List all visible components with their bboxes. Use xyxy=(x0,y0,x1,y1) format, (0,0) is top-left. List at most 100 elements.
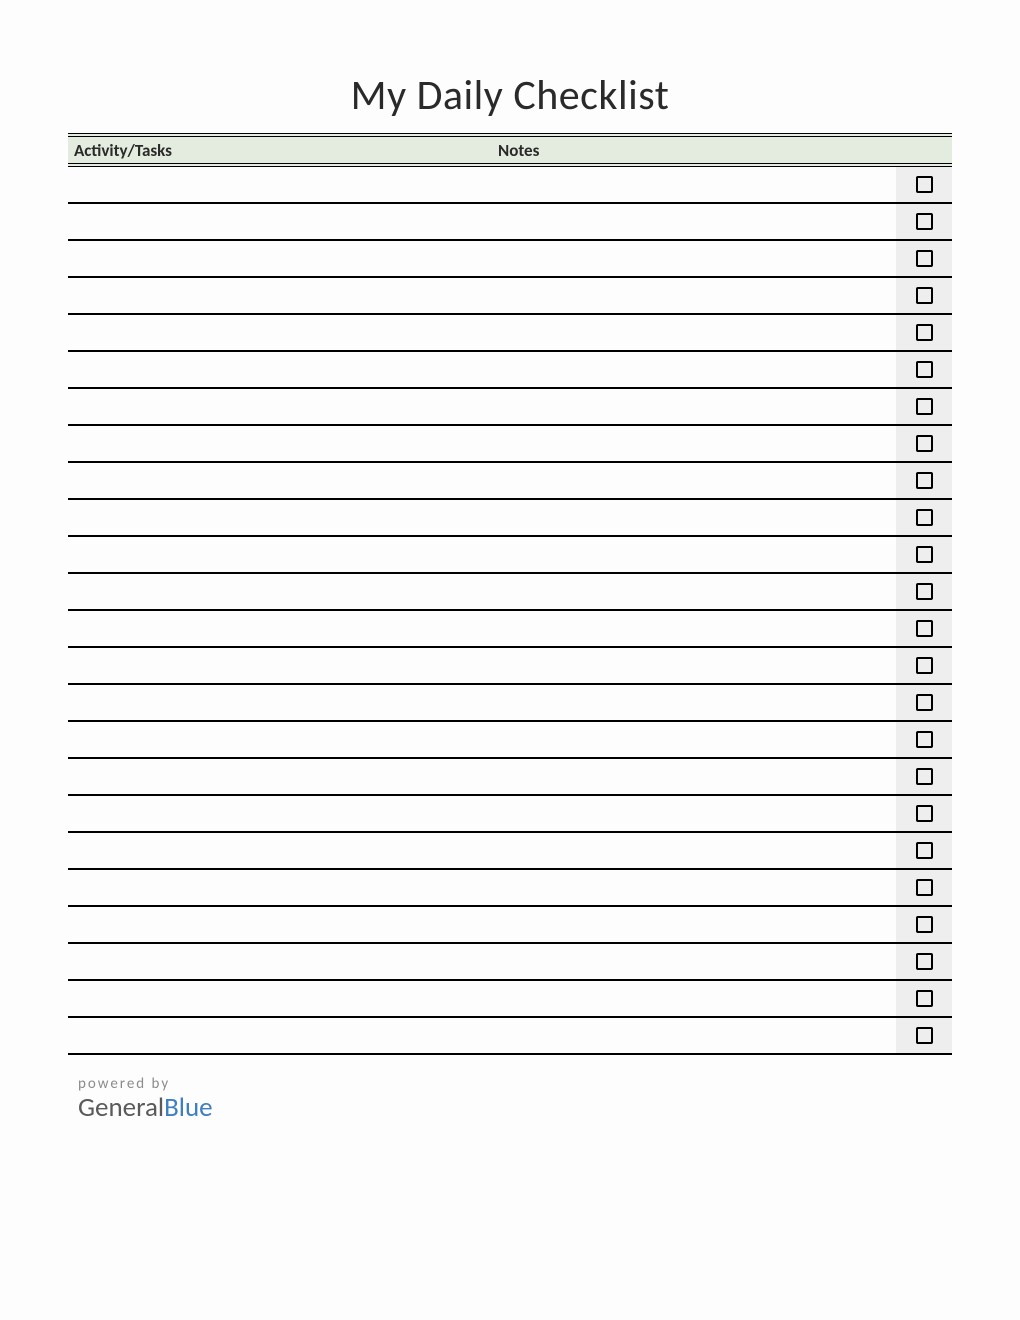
notes-cell[interactable] xyxy=(358,722,896,759)
activity-cell[interactable] xyxy=(68,685,358,722)
table-row xyxy=(68,648,952,685)
activity-cell[interactable] xyxy=(68,870,358,907)
activity-cell[interactable] xyxy=(68,648,358,685)
table-row xyxy=(68,463,952,500)
notes-cell[interactable] xyxy=(358,463,896,500)
notes-cell[interactable] xyxy=(358,315,896,352)
checkbox-icon[interactable] xyxy=(916,768,933,785)
table-row xyxy=(68,611,952,648)
activity-cell[interactable] xyxy=(68,426,358,463)
activity-cell[interactable] xyxy=(68,574,358,611)
notes-cell[interactable] xyxy=(358,352,896,389)
table-row xyxy=(68,685,952,722)
checkbox-icon[interactable] xyxy=(916,879,933,896)
checkbox-icon[interactable] xyxy=(916,990,933,1007)
table-row xyxy=(68,1018,952,1055)
checkbox-icon[interactable] xyxy=(916,731,933,748)
notes-cell[interactable] xyxy=(358,241,896,278)
notes-cell[interactable] xyxy=(358,981,896,1018)
notes-cell[interactable] xyxy=(358,1018,896,1055)
checkbox-icon[interactable] xyxy=(916,472,933,489)
checkbox-icon[interactable] xyxy=(916,287,933,304)
activity-cell[interactable] xyxy=(68,204,358,241)
notes-cell[interactable] xyxy=(358,167,896,204)
activity-cell[interactable] xyxy=(68,1018,358,1055)
table-row xyxy=(68,278,952,315)
checkbox-icon[interactable] xyxy=(916,953,933,970)
activity-cell[interactable] xyxy=(68,833,358,870)
activity-cell[interactable] xyxy=(68,611,358,648)
activity-cell[interactable] xyxy=(68,352,358,389)
notes-cell[interactable] xyxy=(358,907,896,944)
notes-cell[interactable] xyxy=(358,685,896,722)
checkbox-icon[interactable] xyxy=(916,361,933,378)
brand-logo: GeneralBlue xyxy=(78,1091,952,1124)
notes-cell[interactable] xyxy=(358,537,896,574)
notes-cell[interactable] xyxy=(358,796,896,833)
checkbox-icon[interactable] xyxy=(916,916,933,933)
notes-cell[interactable] xyxy=(358,648,896,685)
notes-cell[interactable] xyxy=(358,944,896,981)
activity-cell[interactable] xyxy=(68,944,358,981)
notes-cell[interactable] xyxy=(358,833,896,870)
checkbox-icon[interactable] xyxy=(916,620,933,637)
checklist-table: Activity/Tasks Notes xyxy=(68,133,952,1055)
check-cell xyxy=(896,537,952,574)
table-row xyxy=(68,500,952,537)
check-cell xyxy=(896,759,952,796)
notes-cell[interactable] xyxy=(358,389,896,426)
notes-cell[interactable] xyxy=(358,611,896,648)
check-cell xyxy=(896,426,952,463)
notes-cell[interactable] xyxy=(358,759,896,796)
check-cell xyxy=(896,796,952,833)
table-row xyxy=(68,426,952,463)
checkbox-icon[interactable] xyxy=(916,546,933,563)
checkbox-icon[interactable] xyxy=(916,250,933,267)
activity-cell[interactable] xyxy=(68,389,358,426)
checkbox-icon[interactable] xyxy=(916,435,933,452)
activity-cell[interactable] xyxy=(68,463,358,500)
activity-cell[interactable] xyxy=(68,796,358,833)
checkbox-icon[interactable] xyxy=(916,324,933,341)
check-cell xyxy=(896,167,952,204)
checkbox-icon[interactable] xyxy=(916,509,933,526)
checkbox-icon[interactable] xyxy=(916,805,933,822)
checkbox-icon[interactable] xyxy=(916,213,933,230)
checkbox-icon[interactable] xyxy=(916,398,933,415)
check-cell xyxy=(896,574,952,611)
notes-cell[interactable] xyxy=(358,500,896,537)
table-row xyxy=(68,796,952,833)
checkbox-icon[interactable] xyxy=(916,657,933,674)
table-row xyxy=(68,870,952,907)
table-row xyxy=(68,204,952,241)
activity-cell[interactable] xyxy=(68,759,358,796)
check-cell xyxy=(896,278,952,315)
activity-cell[interactable] xyxy=(68,722,358,759)
activity-cell[interactable] xyxy=(68,167,358,204)
table-header: Activity/Tasks Notes xyxy=(68,133,952,167)
checkbox-icon[interactable] xyxy=(916,1027,933,1044)
activity-cell[interactable] xyxy=(68,315,358,352)
notes-cell[interactable] xyxy=(358,870,896,907)
page-title: My Daily Checklist xyxy=(68,70,952,121)
table-row xyxy=(68,833,952,870)
activity-cell[interactable] xyxy=(68,278,358,315)
table-row xyxy=(68,759,952,796)
activity-cell[interactable] xyxy=(68,537,358,574)
checkbox-icon[interactable] xyxy=(916,842,933,859)
notes-cell[interactable] xyxy=(358,204,896,241)
activity-cell[interactable] xyxy=(68,500,358,537)
notes-cell[interactable] xyxy=(358,278,896,315)
activity-cell[interactable] xyxy=(68,907,358,944)
notes-cell[interactable] xyxy=(358,426,896,463)
table-row xyxy=(68,537,952,574)
activity-cell[interactable] xyxy=(68,241,358,278)
check-cell xyxy=(896,241,952,278)
checkbox-icon[interactable] xyxy=(916,176,933,193)
notes-cell[interactable] xyxy=(358,574,896,611)
checkbox-icon[interactable] xyxy=(916,694,933,711)
checkbox-icon[interactable] xyxy=(916,583,933,600)
check-cell xyxy=(896,204,952,241)
check-cell xyxy=(896,907,952,944)
activity-cell[interactable] xyxy=(68,981,358,1018)
